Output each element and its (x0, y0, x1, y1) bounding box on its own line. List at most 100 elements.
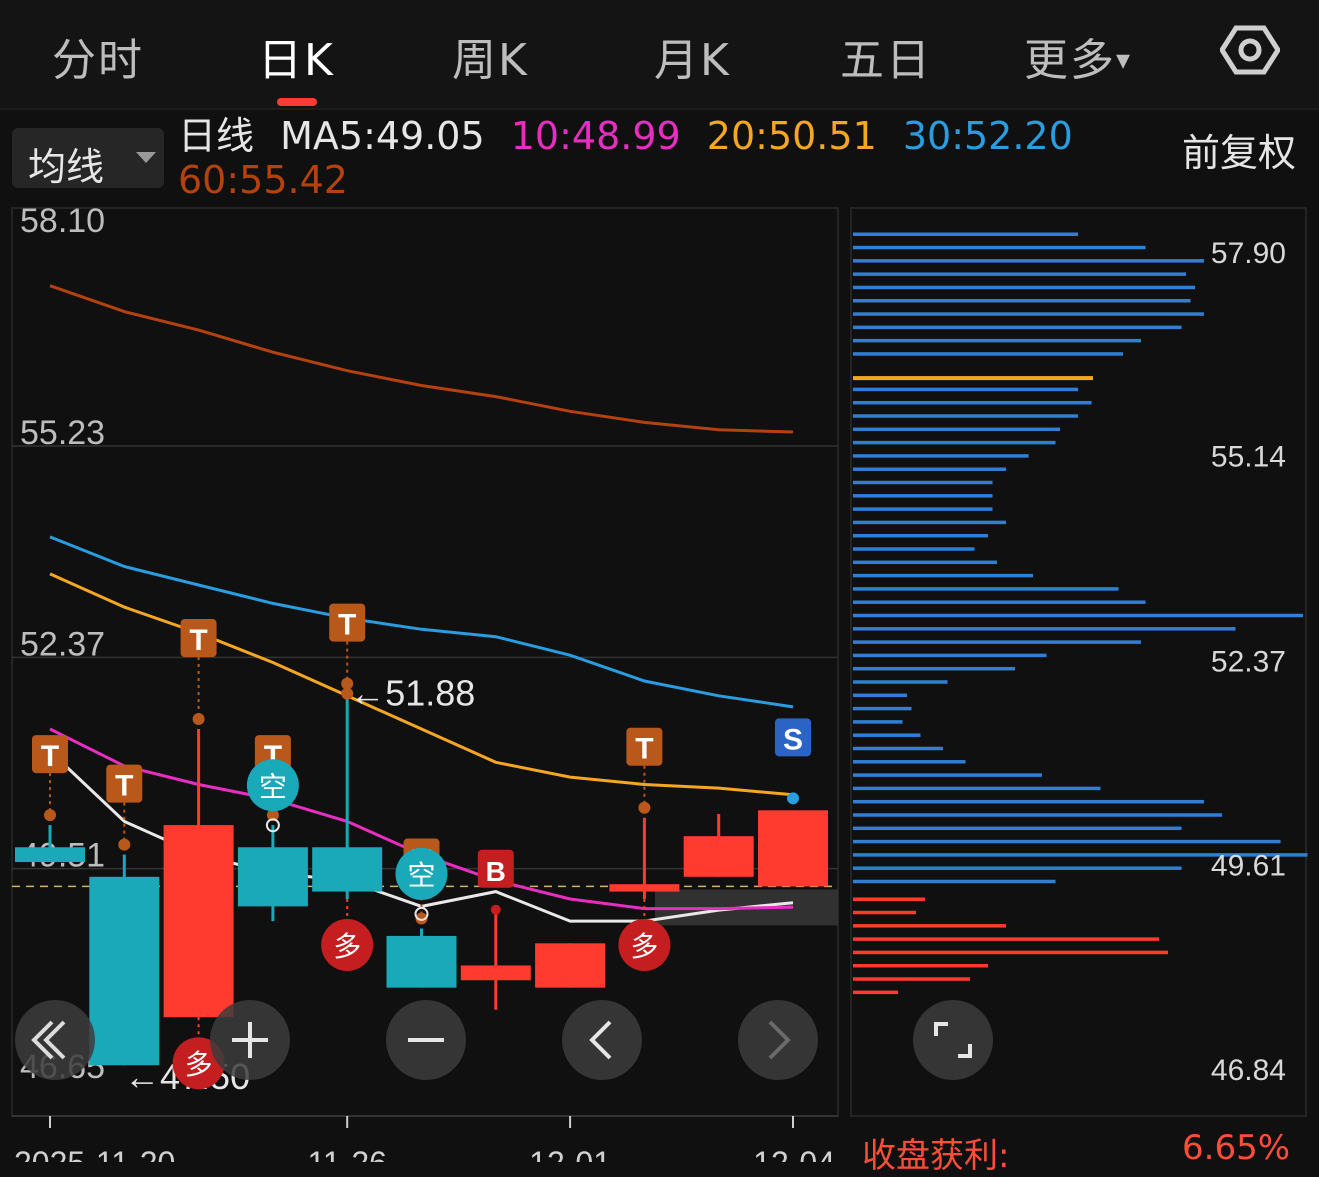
trapped-bar (853, 259, 1204, 263)
trapped-bar (853, 693, 907, 698)
profit-bar (853, 977, 970, 981)
profit-price-label: 46.84 (1211, 1054, 1286, 1087)
profit-bar (853, 990, 898, 995)
y-axis-label: 58.10 (20, 202, 105, 240)
trapped-bar (853, 733, 921, 737)
y-axis-label: 55.23 (20, 414, 105, 452)
signal-dot (118, 838, 131, 851)
candle-body (609, 884, 680, 892)
trapped-bar (853, 680, 948, 684)
close-profit-value: 6.65% (1182, 1128, 1291, 1168)
chevron-down-icon (136, 152, 156, 163)
trapped-bar (853, 440, 1056, 445)
trapped-bar (853, 272, 1186, 276)
trapped-bar (853, 666, 1015, 671)
ma30-value: 30:52.20 (902, 114, 1073, 158)
trapped-bar (853, 400, 1092, 405)
trapped-bar (853, 547, 975, 551)
trapped-bar (853, 773, 1042, 777)
signal-t-label: T (338, 609, 356, 642)
chevron-down-icon: ▾ (1116, 43, 1133, 76)
tab-more-label: 更多 (1024, 35, 1116, 86)
kline-chart[interactable]: 58.1055.2352.3749.5146.652025-11-2011-26… (0, 200, 1319, 1162)
avg-cost-bar (853, 376, 1093, 381)
gear-icon[interactable] (1220, 20, 1280, 80)
ma-line-ma60 (49, 284, 794, 434)
trapped-bar (853, 232, 1078, 236)
trapped-bar (853, 325, 1182, 330)
signal-dot (490, 904, 501, 915)
trapped-bar (853, 338, 1141, 343)
signal-dot (638, 801, 651, 814)
close-profit-label: 收盘获利: (862, 1136, 1010, 1176)
x-axis-label: 12-01 (529, 1145, 611, 1162)
trapped-bar (853, 600, 1146, 604)
trapped-bar (853, 427, 1060, 432)
signal-short-label: 空 (407, 859, 435, 892)
trapped-bar (853, 352, 1123, 356)
signal-t-label: T (189, 624, 207, 657)
trapped-bar (853, 786, 1101, 791)
profit-bar (853, 963, 988, 968)
signal-dot (44, 809, 56, 822)
tab-weekly-k[interactable]: 周K (452, 24, 529, 88)
signal-long-label: 多 (185, 1048, 213, 1081)
ma20-value: 20:50.51 (706, 114, 877, 158)
trapped-bar (853, 494, 993, 498)
ma10-value: 10:48.99 (510, 114, 681, 158)
tab-intraday[interactable]: 分时 (52, 24, 144, 88)
trapped-bar (853, 706, 912, 711)
signal-t-label: T (41, 740, 59, 773)
candle-body (237, 847, 308, 907)
candle-body (15, 847, 85, 863)
ma5-value: MA5:49.05 (280, 114, 485, 158)
trapped-bar (853, 799, 1204, 804)
profit-bar (853, 910, 916, 915)
active-tab-indicator (277, 98, 317, 106)
scroll-first-button[interactable] (15, 1000, 95, 1080)
high-price-annotation: ←51.88 (349, 673, 475, 714)
trapped-bar (853, 613, 1303, 618)
profit-price-label: 57.90 (1211, 237, 1286, 270)
trapped-bar (853, 839, 1281, 844)
trapped-bar (853, 467, 1006, 471)
trapped-bar (853, 454, 1029, 458)
ma-type-dropdown[interactable]: 均线 (12, 128, 164, 189)
trapped-bar (853, 298, 1191, 303)
trapped-bar (853, 760, 966, 764)
profit-bar (853, 950, 1168, 955)
y-axis-label: 52.37 (20, 625, 105, 663)
ma-legend: 日线 MA5:49.05 10:48.99 20:50.51 30:52.20 … (178, 114, 1073, 202)
trapped-bar (853, 746, 943, 751)
profit-price-label: 55.14 (1211, 441, 1286, 474)
trapped-bar (853, 245, 1146, 250)
fullscreen-button[interactable] (913, 1000, 993, 1080)
candle-body (460, 965, 531, 981)
candle-body (386, 935, 457, 988)
trapped-bar (853, 507, 993, 511)
profit-price-label: 52.37 (1211, 645, 1286, 678)
x-axis-label: 12-04 (753, 1145, 835, 1162)
signal-dot (787, 792, 799, 805)
scroll-left-button[interactable] (562, 1000, 642, 1080)
x-axis-label: 2025-11-20 (14, 1145, 175, 1162)
tab-monthly-k[interactable]: 月K (654, 24, 731, 88)
candle-body (163, 825, 234, 1018)
signal-sell-label: S (783, 723, 803, 756)
candle-body (312, 847, 383, 892)
tab-daily-k[interactable]: 日K (258, 24, 335, 88)
price-adjust-toggle[interactable]: 前复权 (1182, 122, 1296, 177)
tab-five-day[interactable]: 五日 (840, 24, 932, 88)
ma-legend-prefix: 日线 (178, 114, 255, 158)
trapped-bar (853, 520, 1006, 525)
candle-body (89, 876, 160, 1066)
scroll-right-button[interactable] (738, 1000, 818, 1080)
tab-more[interactable]: 更多▾ (1024, 24, 1132, 88)
trapped-bar (853, 640, 1141, 644)
signal-long-label: 多 (333, 930, 361, 963)
trapped-bar (853, 866, 1182, 870)
signal-t-label: T (635, 733, 653, 766)
trapped-bar (853, 813, 1222, 817)
ma60-value: 60:55.42 (178, 158, 348, 202)
signal-t-label: T (115, 770, 133, 803)
